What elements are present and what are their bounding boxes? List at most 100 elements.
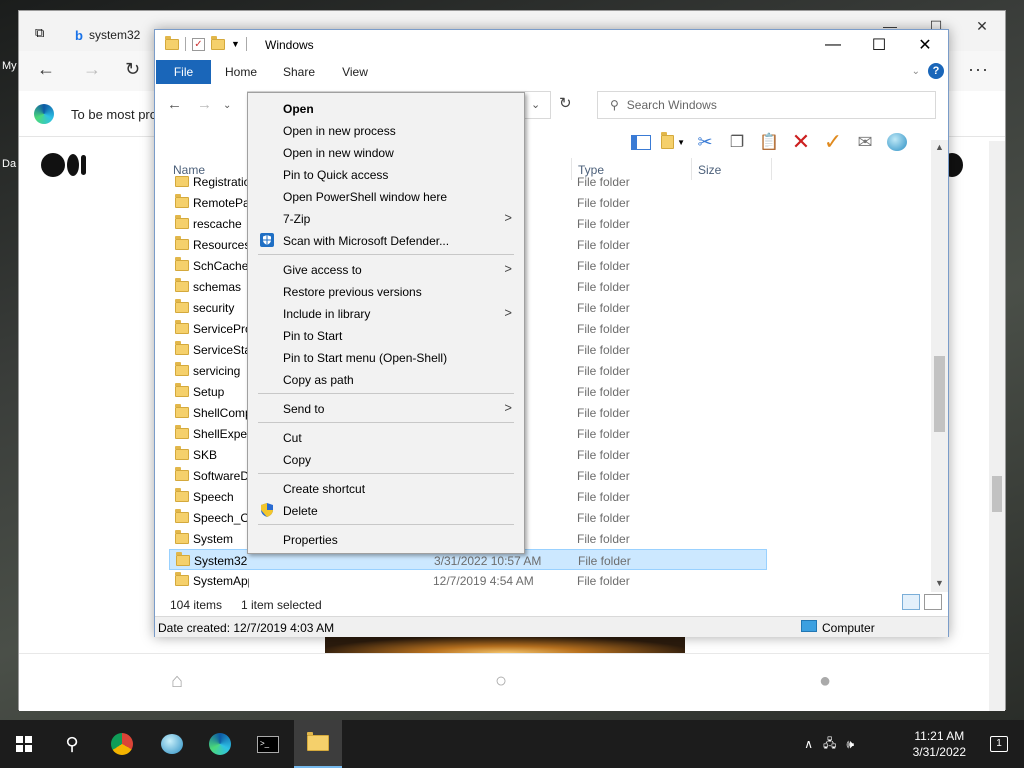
scroll-thumb[interactable] bbox=[934, 356, 945, 432]
explorer-window-controls: — ☐ ✕ bbox=[810, 30, 948, 60]
properties-icon[interactable]: ✓ bbox=[192, 37, 205, 51]
expand-ribbon-icon[interactable]: ⌄ bbox=[912, 66, 920, 77]
preview-pane-icon[interactable] bbox=[629, 130, 653, 154]
edge-taskbar-icon[interactable] bbox=[196, 720, 244, 768]
search-input[interactable]: ⚲ Search Windows bbox=[597, 91, 936, 119]
chevron-up-icon[interactable]: ∧ bbox=[804, 737, 813, 751]
menu-item-pin-start-open-shell[interactable]: Pin to Start menu (Open-Shell) bbox=[250, 346, 522, 368]
minimize-button[interactable]: — bbox=[810, 30, 856, 60]
cut-icon[interactable]: ✂ bbox=[693, 130, 717, 154]
selected-count: 1 item selected bbox=[241, 598, 322, 612]
menu-item-copy-as-path[interactable]: Copy as path bbox=[250, 368, 522, 390]
clock-time: 11:21 AM bbox=[914, 729, 965, 743]
tab-view[interactable]: View bbox=[331, 60, 379, 84]
menu-item-cut[interactable]: Cut bbox=[250, 426, 522, 448]
profile-icon[interactable]: ● bbox=[819, 670, 831, 693]
browser-scrollbar[interactable] bbox=[989, 141, 1005, 711]
tab-share[interactable]: Share bbox=[275, 60, 323, 84]
open-shell-taskbar-icon[interactable] bbox=[148, 720, 196, 768]
menu-item-7zip[interactable]: 7-Zip > bbox=[250, 207, 522, 229]
home-icon[interactable]: ⌂ bbox=[171, 670, 183, 693]
menu-item-pin-start[interactable]: Pin to Start bbox=[250, 324, 522, 346]
location-label: Computer bbox=[822, 621, 875, 635]
column-name[interactable]: Name bbox=[173, 163, 205, 177]
notification-icon[interactable]: 1 bbox=[990, 736, 1008, 752]
open-shell-icon[interactable] bbox=[885, 130, 909, 154]
bing-icon: b bbox=[75, 27, 83, 43]
menu-item-give-access[interactable]: Give access to > bbox=[250, 258, 522, 280]
column-size[interactable]: Size bbox=[698, 163, 721, 177]
menu-item-delete[interactable]: Delete bbox=[250, 499, 522, 521]
more-options-icon[interactable]: ··· bbox=[968, 59, 989, 80]
paste-icon[interactable]: 📋 bbox=[757, 130, 781, 154]
refresh-icon[interactable]: ↻ bbox=[559, 94, 572, 112]
notification-count: 1 bbox=[996, 738, 1002, 749]
menu-item-open-new-window[interactable]: Open in new window bbox=[250, 141, 522, 163]
search-icon[interactable]: ○ bbox=[495, 670, 507, 693]
search-taskbar-icon[interactable]: ⚲ bbox=[48, 720, 96, 768]
address-dropdown-icon[interactable]: ⌄ bbox=[531, 98, 540, 111]
menu-item-restore-versions[interactable]: Restore previous versions bbox=[250, 280, 522, 302]
customize-toolbar-icon[interactable]: ▼ bbox=[231, 39, 240, 49]
details-view-icon[interactable] bbox=[902, 594, 920, 610]
explorer-scrollbar[interactable]: ▲ ▼ bbox=[931, 140, 948, 592]
refresh-icon[interactable]: ↻ bbox=[125, 59, 140, 80]
file-explorer-taskbar-icon[interactable] bbox=[294, 720, 342, 768]
browser-close-button[interactable]: ✕ bbox=[959, 11, 1005, 41]
menu-item-open-new-process[interactable]: Open in new process bbox=[250, 119, 522, 141]
browser-tab[interactable]: b system32 bbox=[75, 19, 159, 51]
menu-item-pin-quick-access[interactable]: Pin to Quick access bbox=[250, 163, 522, 185]
taskbar-clock[interactable]: 11:21 AM 3/31/2022 bbox=[913, 728, 966, 760]
large-icons-view-icon[interactable] bbox=[924, 594, 942, 610]
notice-text: To be most pro bbox=[71, 107, 157, 122]
volume-icon[interactable]: 🕪 bbox=[846, 737, 854, 752]
system-tray: ∧ 🖧 🕪 bbox=[804, 720, 854, 768]
item-count: 104 items bbox=[170, 598, 223, 612]
scroll-up-icon[interactable]: ▲ bbox=[935, 142, 944, 152]
menu-item-create-shortcut[interactable]: Create shortcut bbox=[250, 477, 522, 499]
menu-item-open-powershell[interactable]: Open PowerShell window here bbox=[250, 185, 522, 207]
help-icon[interactable]: ? bbox=[928, 63, 944, 79]
table-row[interactable]: SystemApps12/7/2019 4:54 AMFile folder bbox=[169, 570, 767, 591]
menu-item-send-to[interactable]: Send to > bbox=[250, 397, 522, 419]
quick-access-toolbar: ✓ ▼ bbox=[165, 35, 247, 51]
start-button[interactable] bbox=[0, 720, 48, 768]
new-folder-icon[interactable] bbox=[211, 35, 225, 50]
browser-bottom-nav: ⌂ ○ ● bbox=[19, 653, 991, 711]
menu-item-properties[interactable]: Properties bbox=[250, 528, 522, 550]
medium-logo[interactable] bbox=[41, 153, 86, 177]
back-arrow-icon[interactable]: ← bbox=[37, 59, 55, 80]
search-icon: ⚲ bbox=[610, 98, 619, 112]
classic-toolbar: ▼ ✂ ❐ 📋 ✕ ✓ ✉ bbox=[629, 128, 909, 156]
menu-item-include-library[interactable]: Include in library > bbox=[250, 302, 522, 324]
explorer-titlebar: ✓ ▼ Windows — ☐ ✕ bbox=[155, 30, 948, 60]
email-icon[interactable]: ✉ bbox=[853, 130, 877, 154]
menu-item-scan-defender[interactable]: Scan with Microsoft Defender... bbox=[250, 229, 522, 251]
scroll-down-icon[interactable]: ▼ bbox=[935, 578, 944, 588]
chrome-icon[interactable] bbox=[98, 720, 146, 768]
folder-options-icon[interactable]: ▼ bbox=[661, 130, 685, 154]
recent-locations-icon[interactable]: ⌄ bbox=[223, 100, 231, 111]
search-placeholder: Search Windows bbox=[626, 98, 717, 112]
tab-actions-icon[interactable]: ⧉ bbox=[35, 25, 44, 41]
forward-arrow-icon[interactable]: → bbox=[83, 59, 101, 80]
network-icon[interactable]: 🖧 bbox=[823, 734, 836, 755]
back-icon[interactable]: ← bbox=[167, 96, 182, 113]
forward-icon[interactable]: → bbox=[197, 96, 212, 113]
tab-home[interactable]: Home bbox=[217, 60, 265, 84]
close-button[interactable]: ✕ bbox=[902, 30, 948, 60]
windows-logo-icon bbox=[16, 736, 32, 752]
submenu-arrow-icon: > bbox=[504, 261, 512, 276]
delete-icon[interactable]: ✕ bbox=[789, 129, 813, 154]
maximize-button[interactable]: ☐ bbox=[856, 30, 902, 60]
ribbon-controls: ⌄ ? bbox=[912, 63, 944, 79]
menu-item-copy[interactable]: Copy bbox=[250, 448, 522, 470]
menu-item-open[interactable]: Open bbox=[250, 97, 522, 119]
folder-icon bbox=[165, 35, 179, 50]
tab-file[interactable]: File bbox=[156, 60, 211, 84]
column-type[interactable]: Type bbox=[578, 163, 604, 177]
properties-check-icon[interactable]: ✓ bbox=[821, 129, 845, 154]
hero-image bbox=[325, 637, 685, 653]
copy-icon[interactable]: ❐ bbox=[725, 130, 749, 154]
terminal-icon[interactable]: >_ bbox=[244, 720, 292, 768]
